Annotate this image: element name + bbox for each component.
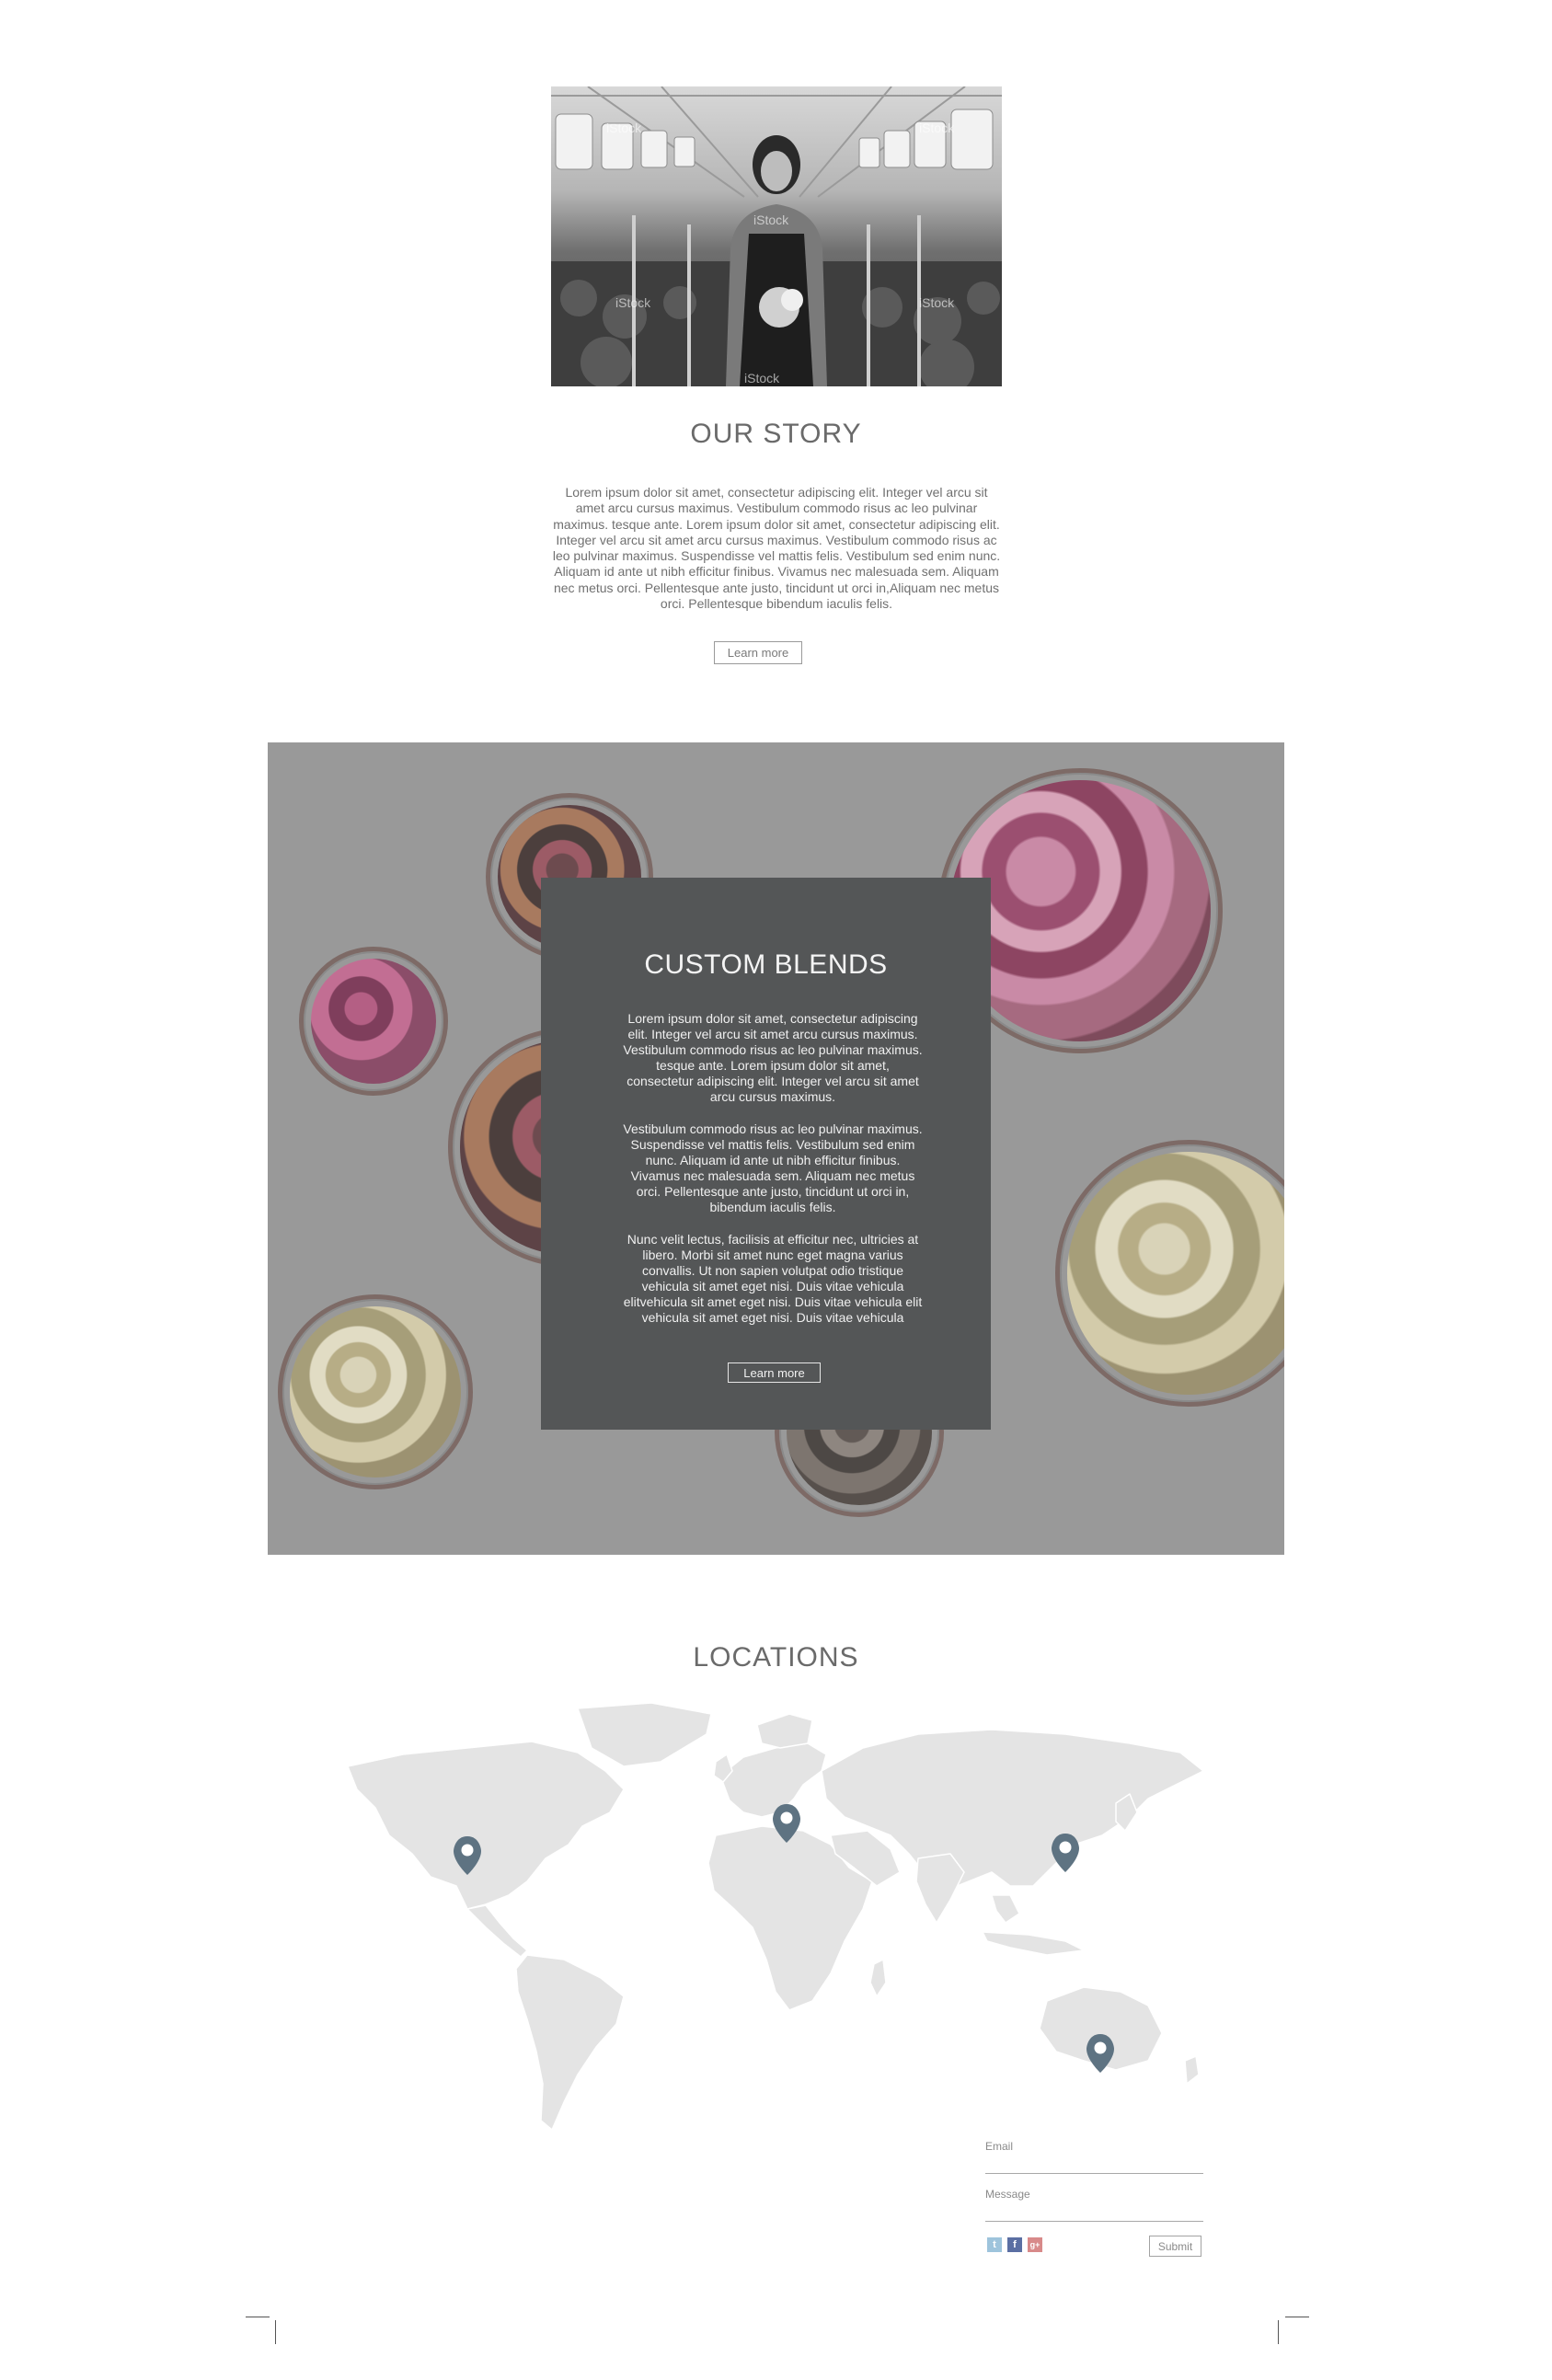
custom-blends-paragraph-2: Vestibulum commodo risus ac leo pulvinar… bbox=[623, 1121, 923, 1214]
facebook-icon[interactable]: f bbox=[1007, 2237, 1022, 2252]
locations-title: LOCATIONS bbox=[693, 1642, 859, 1673]
custom-blends-paragraph-3: Nunc velit lectus, facilisis at efficitu… bbox=[623, 1232, 923, 1325]
twitter-icon[interactable]: t bbox=[987, 2237, 1002, 2252]
crop-mark bbox=[1278, 2320, 1279, 2344]
story-learn-more-button[interactable]: Learn more bbox=[714, 641, 802, 664]
custom-blends-paragraph-1: Lorem ipsum dolor sit amet, consectetur … bbox=[623, 1011, 923, 1104]
message-label: Message bbox=[985, 2188, 1030, 2201]
svg-text:iStock: iStock bbox=[744, 371, 780, 385]
message-field[interactable] bbox=[985, 2202, 1203, 2219]
custom-blends-title: CUSTOM BLENDS bbox=[644, 949, 888, 980]
svg-text:iStock: iStock bbox=[919, 121, 955, 135]
message-underline bbox=[985, 2221, 1203, 2222]
location-pin-east-asia[interactable] bbox=[1052, 1834, 1079, 1872]
svg-text:iStock: iStock bbox=[606, 121, 642, 135]
custom-blends-learn-more-button[interactable]: Learn more bbox=[728, 1362, 821, 1383]
story-body: Lorem ipsum dolor sit amet, consectetur … bbox=[552, 485, 1001, 612]
svg-text:iStock: iStock bbox=[919, 295, 955, 310]
google-plus-icon[interactable]: g+ bbox=[1028, 2237, 1042, 2252]
bowl-jasmine-left bbox=[278, 1294, 473, 1489]
svg-text:iStock: iStock bbox=[753, 213, 789, 227]
crop-mark bbox=[275, 2320, 276, 2344]
submit-button[interactable]: Submit bbox=[1149, 2236, 1201, 2257]
bowl-amaranth bbox=[299, 947, 448, 1096]
story-photo: iStock iStock iStock iStock iStock iStoc… bbox=[551, 86, 1002, 386]
story-title: OUR STORY bbox=[690, 419, 862, 449]
svg-text:iStock: iStock bbox=[615, 295, 651, 310]
bowl-jasmine-right bbox=[1055, 1140, 1284, 1407]
email-label: Email bbox=[985, 2140, 1014, 2153]
email-underline bbox=[985, 2173, 1203, 2174]
world-map bbox=[348, 1702, 1204, 2131]
email-field[interactable] bbox=[985, 2155, 1203, 2171]
